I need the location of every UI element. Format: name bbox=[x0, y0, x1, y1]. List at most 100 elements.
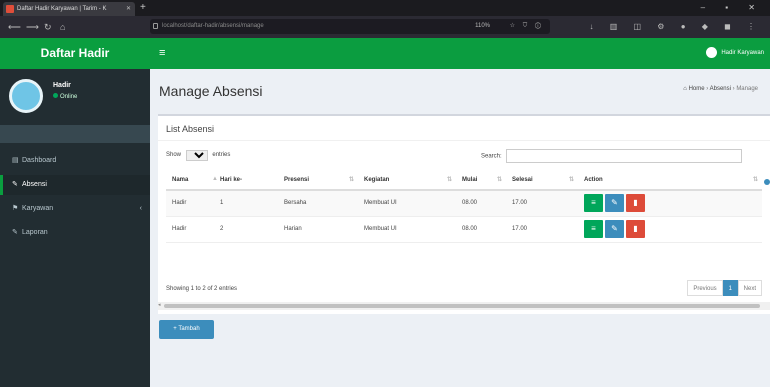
cell-hari: 1 bbox=[214, 190, 278, 217]
view-button[interactable]: ≡ bbox=[584, 220, 603, 238]
table-row: Hadir 2 Harian Membuat UI 08.00 17.00 ≡ ✎… bbox=[166, 216, 762, 243]
sidebar-item-absensi[interactable]: ✎ Absensi bbox=[0, 175, 150, 195]
search-label: Search: bbox=[481, 153, 502, 160]
column-header-presensi[interactable]: Presensi ⇅ bbox=[278, 171, 358, 191]
next-button[interactable]: Next bbox=[737, 280, 762, 296]
header-user-label: Hadir Karyawan bbox=[721, 50, 764, 56]
user-icon: ⚑ bbox=[12, 205, 19, 212]
show-label: Show bbox=[166, 152, 182, 158]
column-header-action[interactable]: Action ⇅ bbox=[578, 171, 762, 191]
box-title: List Absensi bbox=[166, 124, 215, 134]
cell-presensi: Harian bbox=[278, 216, 358, 243]
back-icon[interactable]: ⟵ bbox=[8, 20, 21, 34]
table-search: Search: bbox=[481, 149, 743, 163]
breadcrumb-separator: › bbox=[732, 86, 735, 92]
sidebar-item-label: Laporan bbox=[22, 229, 48, 236]
sidebar-item-label: Absensi bbox=[22, 181, 47, 188]
page-1-button[interactable]: 1 bbox=[722, 280, 738, 296]
column-header-nama[interactable]: Nama bbox=[166, 171, 214, 191]
delete-button[interactable]: ▮ bbox=[626, 220, 645, 238]
cell-selesai: 17.00 bbox=[506, 216, 578, 243]
horizontal-scrollbar[interactable]: ◂ bbox=[158, 302, 770, 310]
sidebar-item-laporan[interactable]: ✎ Laporan bbox=[0, 223, 150, 243]
cell-kegiatan: Membuat UI bbox=[358, 190, 456, 217]
tab-title: Daftar Hadir Karyawan | Tarim - K bbox=[17, 6, 107, 12]
user-status-text: Online bbox=[60, 94, 78, 100]
settings-handle[interactable] bbox=[760, 175, 770, 189]
add-button[interactable]: + Tambah bbox=[159, 320, 214, 339]
scrollbar-thumb[interactable] bbox=[164, 304, 760, 308]
extensions-icons[interactable]: ↓ ▥ ◫ ⚙ ● ◆ ◼ ⋮ bbox=[590, 20, 762, 34]
reload-icon[interactable]: ↻ bbox=[44, 20, 52, 34]
view-button[interactable]: ≡ bbox=[584, 194, 603, 213]
user-name: Hadir bbox=[53, 82, 71, 89]
sidebar-item-label: Karyawan bbox=[22, 205, 54, 212]
cell-action: ≡ ✎ ▮ bbox=[578, 216, 762, 243]
settings-dot-icon bbox=[764, 179, 770, 185]
lock-icon bbox=[153, 23, 158, 29]
cell-presensi: Bersaha bbox=[278, 190, 358, 217]
close-tab-icon[interactable]: ✕ bbox=[126, 2, 131, 16]
browser-tab[interactable]: Daftar Hadir Karyawan | Tarim - K ✕ bbox=[3, 2, 135, 16]
top-header: ≡ Hadir Karyawan bbox=[150, 38, 770, 69]
column-header-selesai[interactable]: Selesai ⇅ bbox=[506, 171, 578, 191]
absensi-box: List Absensi Show 10 entries Search: Nam… bbox=[158, 114, 770, 314]
search-input[interactable] bbox=[506, 149, 743, 163]
main-content: Manage Absensi ⌂ Home › Absensi › Manage… bbox=[150, 69, 770, 387]
cell-hari: 2 bbox=[214, 216, 278, 243]
edit-icon: ✎ bbox=[12, 181, 18, 188]
forward-icon[interactable]: ⟶ bbox=[26, 20, 39, 34]
table-row: Hadir 1 Bersaha Membuat UI 08.00 17.00 ≡… bbox=[166, 190, 762, 217]
show-entries: Show 10 entries bbox=[166, 149, 230, 161]
online-dot-icon bbox=[53, 93, 58, 98]
user-panel: Hadir Online bbox=[0, 69, 150, 123]
entries-label: entries bbox=[212, 152, 231, 158]
breadcrumb: ⌂ Home › Absensi › Manage bbox=[683, 86, 758, 92]
column-header-kegiatan[interactable]: Kegiatan ⇅ bbox=[358, 171, 456, 191]
sort-icon: ⇅ bbox=[496, 177, 502, 183]
sort-icon: ⇅ bbox=[568, 177, 574, 183]
report-icon: ✎ bbox=[12, 229, 18, 236]
home-icon[interactable]: ⌂ bbox=[60, 20, 65, 34]
chevron-left-icon: ‹ bbox=[139, 205, 142, 212]
sort-icon: ⇅ bbox=[752, 177, 758, 183]
url-bar[interactable]: localhost/daftar-hadir/absensi/manage 11… bbox=[150, 19, 550, 34]
menu-toggle-icon[interactable]: ≡ bbox=[159, 47, 165, 59]
sidebar-item-karyawan[interactable]: ⚑ Karyawan ‹ bbox=[0, 199, 150, 219]
cell-selesai: 17.00 bbox=[506, 190, 578, 217]
app-logo[interactable]: Daftar Hadir bbox=[0, 38, 150, 69]
sidebar-search[interactable] bbox=[0, 125, 150, 143]
header-avatar bbox=[706, 46, 718, 58]
header-user-menu[interactable]: Hadir Karyawan bbox=[706, 46, 764, 60]
url-tools-icons[interactable]: ☆ ⛉ ⓘ bbox=[510, 19, 544, 34]
breadcrumb-section[interactable]: Absensi bbox=[710, 86, 731, 92]
cell-nama: Hadir bbox=[166, 190, 214, 217]
breadcrumb-home[interactable]: ⌂ Home bbox=[683, 86, 704, 92]
table-header-row: Nama Hari ke- ▲ Presensi ⇅ Kegiatan ⇅ Mulai… bbox=[166, 171, 762, 191]
sort-icon: ⇅ bbox=[348, 177, 354, 183]
absensi-table: Nama Hari ke- ▲ Presensi ⇅ Kegiatan ⇅ Mulai… bbox=[166, 171, 762, 243]
previous-button[interactable]: Previous bbox=[687, 280, 723, 296]
pagination: Previous 1 Next bbox=[687, 280, 762, 297]
column-header-hari[interactable]: Hari ke- ▲ bbox=[212, 171, 278, 191]
edit-button[interactable]: ✎ bbox=[605, 194, 624, 213]
column-header-mulai[interactable]: Mulai ⇅ bbox=[456, 171, 506, 191]
sidebar-item-label: Dashboard bbox=[22, 157, 57, 164]
table-info: Showing 1 to 2 of 2 entries bbox=[166, 286, 238, 292]
url-text: localhost/daftar-hadir/absensi/manage bbox=[162, 23, 264, 29]
divider bbox=[158, 140, 770, 141]
entries-select[interactable]: 10 bbox=[185, 149, 208, 161]
browser-tab-bar: Daftar Hadir Karyawan | Tarim - K ✕ + – … bbox=[0, 0, 770, 16]
breadcrumb-current: Manage bbox=[736, 86, 758, 92]
user-status: Online bbox=[53, 93, 77, 100]
delete-button[interactable]: ▮ bbox=[626, 194, 645, 213]
scroll-left-icon[interactable]: ◂ bbox=[158, 302, 161, 308]
zoom-level[interactable]: 110% bbox=[475, 19, 490, 34]
browser-nav-bar: ⟵ ⟶ ↻ ⌂ localhost/daftar-hadir/absensi/m… bbox=[0, 16, 770, 38]
edit-button[interactable]: ✎ bbox=[605, 220, 624, 238]
avatar bbox=[9, 79, 43, 113]
new-tab-button[interactable]: + bbox=[140, 0, 146, 16]
sidebar-item-dashboard[interactable]: ▤ Dashboard bbox=[0, 151, 150, 171]
cell-kegiatan: Membuat UI bbox=[358, 216, 456, 243]
window-controls[interactable]: – ▪ ✕ bbox=[701, 0, 764, 16]
